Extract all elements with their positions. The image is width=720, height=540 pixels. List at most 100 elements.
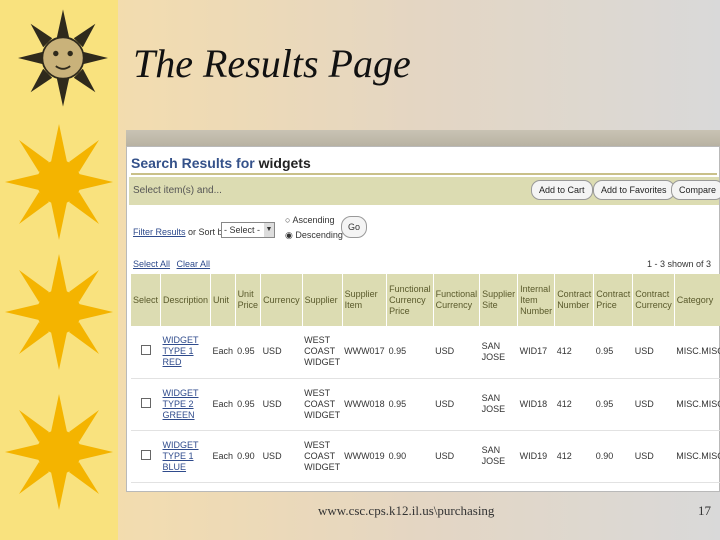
sun-icon	[5, 394, 113, 510]
table-cell: USD	[632, 430, 675, 483]
table-cell: WID19	[517, 430, 555, 483]
column-header: Supplier Item	[342, 274, 388, 326]
filter-sort-label: Filter Results or Sort by	[133, 227, 227, 237]
table-cell: WID17	[517, 326, 555, 379]
column-header: Currency	[260, 274, 303, 326]
compare-button[interactable]: Compare	[671, 180, 720, 200]
table-cell: WEST COAST WIDGET	[302, 378, 343, 431]
table-cell: 0.95	[386, 378, 434, 431]
table-cell: 0.95	[593, 378, 633, 431]
column-header: Functional Currency Price	[386, 274, 434, 326]
table-cell: WEST COAST WIDGET	[302, 430, 343, 483]
table-cell: USD	[260, 378, 303, 431]
clear-all-link[interactable]: Clear All	[177, 259, 211, 269]
table-cell: Each	[210, 378, 236, 431]
table-cell: WWW017	[342, 326, 387, 379]
table-row: WIDGET TYPE 1 BLUE Each 0.90 USD WEST CO…	[131, 430, 720, 483]
table-cell: 0.90	[235, 430, 261, 483]
table-cell: 412	[554, 430, 594, 483]
table-cell: 0.95	[235, 326, 261, 379]
heading-divider	[131, 173, 717, 175]
table-cell: 0.90	[593, 430, 633, 483]
table-cell: USD	[260, 430, 303, 483]
table-cell: WWW019	[342, 430, 387, 483]
sort-select[interactable]: - Select - ▼	[221, 222, 275, 238]
sun-icon	[5, 254, 113, 370]
go-button[interactable]: Go	[341, 216, 367, 238]
column-header: Select	[131, 274, 162, 326]
search-results-label: Search Results for	[131, 155, 255, 171]
table-cell: Each	[210, 326, 236, 379]
sort-select-value: - Select -	[224, 225, 261, 235]
table-cell: USD	[632, 378, 675, 431]
table-cell: 0.95	[386, 326, 434, 379]
search-results-heading: Search Results for widgets	[131, 155, 311, 171]
select-cell	[131, 378, 161, 431]
table-cell: MISC.MISC	[674, 326, 720, 379]
add-to-cart-button[interactable]: Add to Cart	[531, 180, 593, 200]
selection-links: Select All Clear All	[133, 259, 214, 269]
table-cell: USD	[433, 326, 480, 379]
slide-title: The Results Page	[133, 41, 411, 86]
table-cell: WWW018	[342, 378, 387, 431]
column-header: Internal Item Number	[517, 274, 556, 326]
add-to-favorites-button[interactable]: Add to Favorites	[593, 180, 675, 200]
table-cell: USD	[260, 326, 303, 379]
table-cell: 0.90	[386, 430, 434, 483]
ascending-radio[interactable]: ○ Ascending	[285, 215, 334, 225]
item-description-link[interactable]: WIDGET TYPE 2 GREEN	[160, 378, 211, 431]
filter-sort-bar: Filter Results or Sort by - Select - ▼ ○…	[131, 211, 717, 251]
table-cell: WID18	[517, 378, 555, 431]
column-header: Unit Price	[235, 274, 262, 326]
select-cell	[131, 430, 161, 483]
table-cell: 0.95	[593, 326, 633, 379]
column-header: Description	[160, 274, 212, 326]
table-cell: SAN JOSE	[479, 378, 518, 431]
result-count: 1 - 3 shown of 3	[646, 259, 711, 269]
decorative-sidebar	[0, 0, 118, 540]
item-description-link[interactable]: WIDGET TYPE 1 BLUE	[160, 430, 211, 483]
row-checkbox[interactable]	[141, 449, 151, 460]
column-header: Functional Currency	[433, 274, 481, 326]
item-description-link[interactable]: WIDGET TYPE 1 RED	[160, 326, 211, 379]
table-cell: USD	[433, 430, 480, 483]
table-cell: WEST COAST WIDGET	[302, 326, 343, 379]
column-header: Unit	[210, 274, 236, 326]
table-cell: 412	[554, 378, 594, 431]
table-cell: 412	[554, 326, 594, 379]
table-cell: MISC.MISC	[674, 378, 720, 431]
footer-url: www.csc.cps.k12.il.us\purchasing	[318, 503, 495, 518]
table-header-row: Select Description Unit Unit Price Curre…	[131, 274, 720, 326]
ascending-label: Ascending	[292, 215, 335, 225]
column-header: Category	[674, 274, 720, 326]
chevron-down-icon: ▼	[264, 223, 274, 237]
table-cell: SAN JOSE	[479, 430, 518, 483]
table-cell: 0.95	[235, 378, 261, 431]
select-cell	[131, 326, 161, 379]
table-row: WIDGET TYPE 2 GREEN Each 0.95 USD WEST C…	[131, 378, 720, 431]
descending-label: Descending	[295, 230, 343, 240]
sun-face-icon	[18, 9, 108, 107]
results-screenshot: Search Results for widgets Select item(s…	[126, 146, 720, 492]
table-cell: SAN JOSE	[479, 326, 518, 379]
column-header: Supplier	[302, 274, 343, 326]
column-header: Supplier Site	[479, 274, 519, 326]
table-cell: USD	[632, 326, 675, 379]
select-all-link[interactable]: Select All	[133, 259, 170, 269]
sun-icon	[5, 124, 113, 240]
table-cell: MISC.MISC	[674, 430, 720, 483]
page-number: 17	[698, 503, 711, 518]
title-divider	[126, 130, 720, 146]
table-row: WIDGET TYPE 1 RED Each 0.95 USD WEST COA…	[131, 326, 720, 379]
column-header: Contract Price	[593, 274, 634, 326]
table-cell: Each	[210, 430, 236, 483]
row-checkbox[interactable]	[141, 397, 151, 408]
action-toolbar: Select item(s) and... Add to Cart Add to…	[129, 177, 720, 205]
row-checkbox[interactable]	[141, 345, 151, 356]
column-header: Contract Currency	[632, 274, 675, 326]
descending-radio[interactable]: ◉ Descending	[285, 230, 343, 241]
search-query: widgets	[258, 155, 311, 171]
results-table: Select Description Unit Unit Price Curre…	[131, 274, 720, 483]
filter-results-link[interactable]: Filter Results	[133, 227, 186, 237]
toolbar-label: Select item(s) and...	[133, 185, 222, 196]
